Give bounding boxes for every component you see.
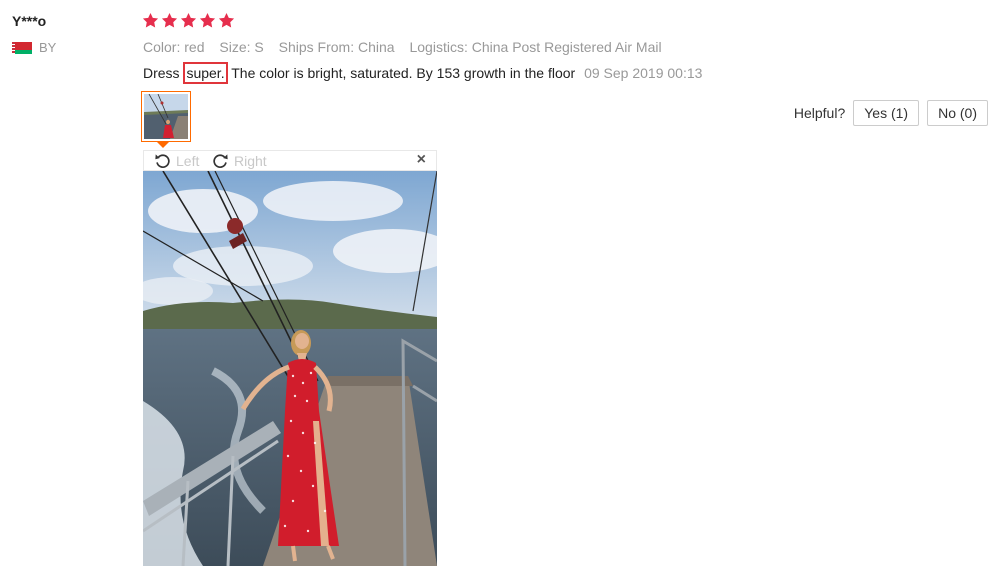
feedback-prefix: Dress xyxy=(143,65,180,81)
helpful-no-button[interactable]: No (0) xyxy=(927,100,988,126)
star-icon xyxy=(199,12,216,29)
attribute-logistics: Logistics: China Post Registered Air Mai… xyxy=(409,39,662,55)
helpful-yes-button[interactable]: Yes (1) xyxy=(853,100,920,126)
feedback-text: Dress super. The color is bright, satura… xyxy=(143,62,703,84)
attribute-ships-from: Ships From: China xyxy=(278,39,395,55)
rotate-left-button[interactable]: Left xyxy=(154,152,199,169)
helpful-label: Helpful? xyxy=(793,105,846,121)
close-icon[interactable]: × xyxy=(417,151,426,169)
country-code: BY xyxy=(39,40,57,55)
feedback-highlight: super. xyxy=(183,62,228,84)
review-photo-thumbnail[interactable] xyxy=(141,91,191,142)
rotate-left-label: Left xyxy=(176,152,200,169)
feedback-body: The color is bright, saturated. By 153 g… xyxy=(231,65,576,81)
attribute-size: Size: S xyxy=(219,39,264,55)
belarus-flag-icon xyxy=(12,41,32,54)
thumbnail-caret xyxy=(157,142,169,148)
rotate-right-label: Right xyxy=(234,152,267,169)
review-photo xyxy=(143,171,437,566)
helpful-vote: Helpful? Yes (1) No (0) xyxy=(794,100,988,126)
star-icon xyxy=(161,12,178,29)
star-icon xyxy=(180,12,197,29)
rotate-left-icon xyxy=(155,154,170,168)
rotate-right-button[interactable]: Right xyxy=(212,152,267,169)
star-icon xyxy=(142,12,159,29)
star-rating xyxy=(142,12,235,29)
rotate-right-icon xyxy=(213,154,228,168)
reviewer-country: BY xyxy=(12,40,56,55)
photo-viewer-toolbar: Left Right × xyxy=(143,150,437,171)
star-icon xyxy=(218,12,235,29)
feedback-date: 09 Sep 2019 00:13 xyxy=(584,65,703,81)
reviewer-name: Y***o xyxy=(12,13,47,29)
attribute-color: Color: red xyxy=(143,39,205,55)
order-attributes: Color: red Size: S Ships From: China Log… xyxy=(143,39,673,55)
